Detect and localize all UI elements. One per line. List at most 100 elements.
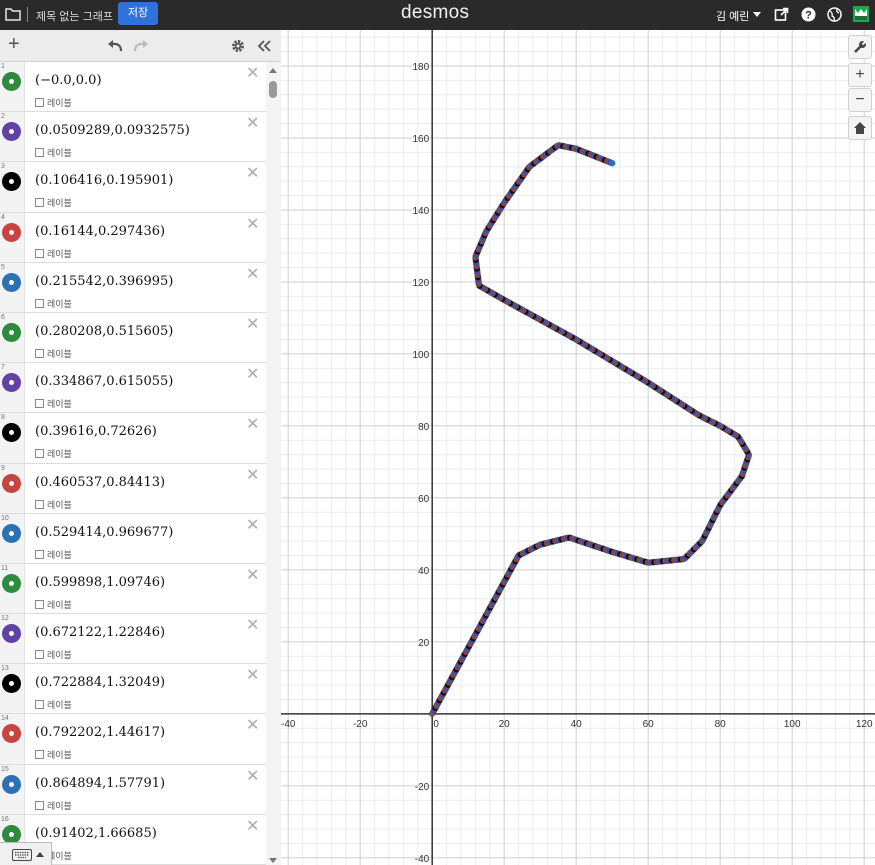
- label-toggle[interactable]: 레이블: [35, 397, 72, 410]
- expression-row[interactable]: 13 (0.722884,1.32049) 레이블 ✕: [0, 664, 266, 715]
- expression-row[interactable]: 2 (0.0509289,0.0932575) 레이블 ✕: [0, 112, 266, 163]
- label-checkbox[interactable]: [35, 599, 44, 609]
- point-color-icon[interactable]: [2, 824, 21, 844]
- point-color-icon[interactable]: [2, 674, 21, 694]
- label-toggle[interactable]: 레이블: [35, 146, 72, 159]
- expression-row[interactable]: 3 (0.106416,0.195901) 레이블 ✕: [0, 162, 266, 213]
- undo-icon[interactable]: [107, 39, 123, 53]
- graph-canvas[interactable]: -40 -20 0 20 40 60 80 100 120 -40 -20 20 40 60 80 100 12…: [281, 30, 875, 865]
- expression-input[interactable]: (0.672122,1.22846): [35, 625, 165, 640]
- label-toggle[interactable]: 레이블: [35, 648, 72, 661]
- expression-row[interactable]: 14 (0.792202,1.44617) 레이블 ✕: [0, 714, 266, 765]
- label-checkbox[interactable]: [35, 449, 44, 459]
- user-name[interactable]: 김 예린: [716, 8, 749, 24]
- label-checkbox[interactable]: [35, 399, 44, 409]
- delete-expression-icon[interactable]: ✕: [246, 567, 259, 584]
- label-toggle[interactable]: 레이블: [35, 498, 72, 511]
- point-color-icon[interactable]: [2, 774, 21, 794]
- expression-row[interactable]: 7 (0.334867,0.615055) 레이블 ✕: [0, 363, 266, 414]
- expression-input[interactable]: (0.39616,0.72626): [35, 424, 157, 439]
- delete-expression-icon[interactable]: ✕: [246, 718, 259, 734]
- point-color-icon[interactable]: [2, 724, 21, 744]
- delete-expression-icon[interactable]: ✕: [246, 618, 259, 634]
- expression-input[interactable]: (0.280208,0.515605): [35, 324, 173, 339]
- zoom-in-button[interactable]: +: [848, 63, 872, 87]
- delete-expression-icon[interactable]: ✕: [246, 367, 259, 383]
- point-color-icon[interactable]: [2, 72, 21, 91]
- help-icon[interactable]: ?: [801, 7, 816, 22]
- save-button[interactable]: 저장: [118, 2, 158, 25]
- expression-input[interactable]: (0.722884,1.32049): [35, 675, 165, 690]
- expression-row[interactable]: 9 (0.460537,0.84413) 레이블 ✕: [0, 463, 266, 514]
- expression-input[interactable]: (0.792202,1.44617): [35, 725, 165, 740]
- label-checkbox[interactable]: [35, 348, 44, 358]
- delete-expression-icon[interactable]: ✕: [246, 517, 259, 534]
- point-color-icon[interactable]: [2, 222, 21, 242]
- graph-title[interactable]: 제목 없는 그래프: [36, 8, 113, 24]
- add-expression-button[interactable]: +: [8, 34, 20, 54]
- point-color-icon[interactable]: [2, 122, 21, 142]
- point-color-icon[interactable]: [2, 172, 21, 192]
- expression-input[interactable]: (0.0509289,0.0932575): [35, 123, 190, 138]
- label-toggle[interactable]: 레이블: [35, 447, 72, 460]
- expression-row[interactable]: 6 (0.280208,0.515605) 레이블 ✕: [0, 312, 266, 364]
- delete-expression-icon[interactable]: ✕: [246, 818, 259, 835]
- expression-input[interactable]: (0.460537,0.84413): [35, 475, 165, 490]
- point-color-icon[interactable]: [2, 523, 21, 543]
- label-checkbox[interactable]: [35, 750, 44, 760]
- label-checkbox[interactable]: [35, 700, 44, 710]
- label-checkbox[interactable]: [35, 549, 44, 559]
- expression-input[interactable]: (0.334867,0.615055): [35, 374, 173, 389]
- label-checkbox[interactable]: [35, 98, 44, 107]
- expression-row[interactable]: 10 (0.529414,0.969677) 레이블 ✕: [0, 513, 266, 564]
- label-toggle[interactable]: 레이블: [35, 748, 72, 761]
- keyboard-toggle[interactable]: [0, 842, 52, 865]
- label-toggle[interactable]: 레이블: [35, 698, 72, 711]
- label-toggle[interactable]: 레이블: [35, 196, 72, 209]
- point-color-icon[interactable]: [2, 423, 21, 443]
- graph-settings-button[interactable]: [848, 35, 872, 59]
- point-color-icon[interactable]: [2, 272, 21, 292]
- label-checkbox[interactable]: [35, 298, 44, 308]
- user-menu-caret-icon[interactable]: [753, 12, 761, 17]
- graph-paper[interactable]: -40 -20 0 20 40 60 80 100 120 -40 -20 20 40 60 80 100 12…: [281, 30, 875, 865]
- expression-row[interactable]: 1 (−0.0,0.0) 레이블 ✕: [0, 62, 266, 113]
- expression-row[interactable]: 12 (0.672122,1.22846) 레이블 ✕: [0, 614, 266, 665]
- point-color-icon[interactable]: [2, 573, 21, 593]
- expression-input[interactable]: (0.91402,1.66685): [35, 826, 157, 841]
- expression-input[interactable]: (0.599898,1.09746): [35, 575, 165, 590]
- gear-icon[interactable]: [231, 39, 245, 53]
- expression-row[interactable]: 8 (0.39616,0.72626) 레이블 ✕: [0, 413, 266, 464]
- point-color-icon[interactable]: [2, 322, 21, 342]
- expression-scrollbar[interactable]: [266, 62, 281, 865]
- label-toggle[interactable]: 레이블: [35, 297, 72, 310]
- share-icon[interactable]: [774, 7, 789, 22]
- delete-expression-icon[interactable]: ✕: [246, 316, 259, 333]
- delete-expression-icon[interactable]: ✕: [246, 417, 259, 433]
- point-color-icon[interactable]: [2, 473, 21, 493]
- home-button[interactable]: [848, 116, 872, 140]
- scroll-thumb[interactable]: [269, 81, 277, 98]
- delete-expression-icon[interactable]: ✕: [246, 166, 259, 182]
- label-toggle[interactable]: 레이블: [35, 96, 72, 109]
- point-color-icon[interactable]: [2, 624, 21, 644]
- delete-expression-icon[interactable]: ✕: [246, 668, 259, 684]
- label-toggle[interactable]: 레이블: [35, 247, 72, 260]
- redo-icon[interactable]: [133, 39, 149, 53]
- expression-input[interactable]: (0.16144,0.297436): [35, 224, 165, 239]
- label-checkbox[interactable]: [35, 650, 44, 660]
- delete-expression-icon[interactable]: ✕: [246, 467, 259, 484]
- zoom-out-button[interactable]: −: [848, 88, 872, 112]
- label-toggle[interactable]: 레이블: [35, 799, 72, 812]
- expression-row[interactable]: 4 (0.16144,0.297436) 레이블 ✕: [0, 212, 266, 263]
- label-toggle[interactable]: 레이블: [35, 347, 72, 360]
- delete-expression-icon[interactable]: ✕: [246, 116, 259, 132]
- expression-row[interactable]: 5 (0.215542,0.396995) 레이블 ✕: [0, 262, 266, 313]
- label-checkbox[interactable]: [35, 198, 44, 208]
- expression-input[interactable]: (0.529414,0.969677): [35, 525, 173, 540]
- expression-row[interactable]: 15 (0.864894,1.57791) 레이블 ✕: [0, 764, 266, 815]
- folder-icon[interactable]: [5, 7, 21, 21]
- expression-input[interactable]: (−0.0,0.0): [35, 73, 102, 88]
- label-toggle[interactable]: 레이블: [35, 598, 72, 611]
- avatar-icon[interactable]: [853, 6, 869, 22]
